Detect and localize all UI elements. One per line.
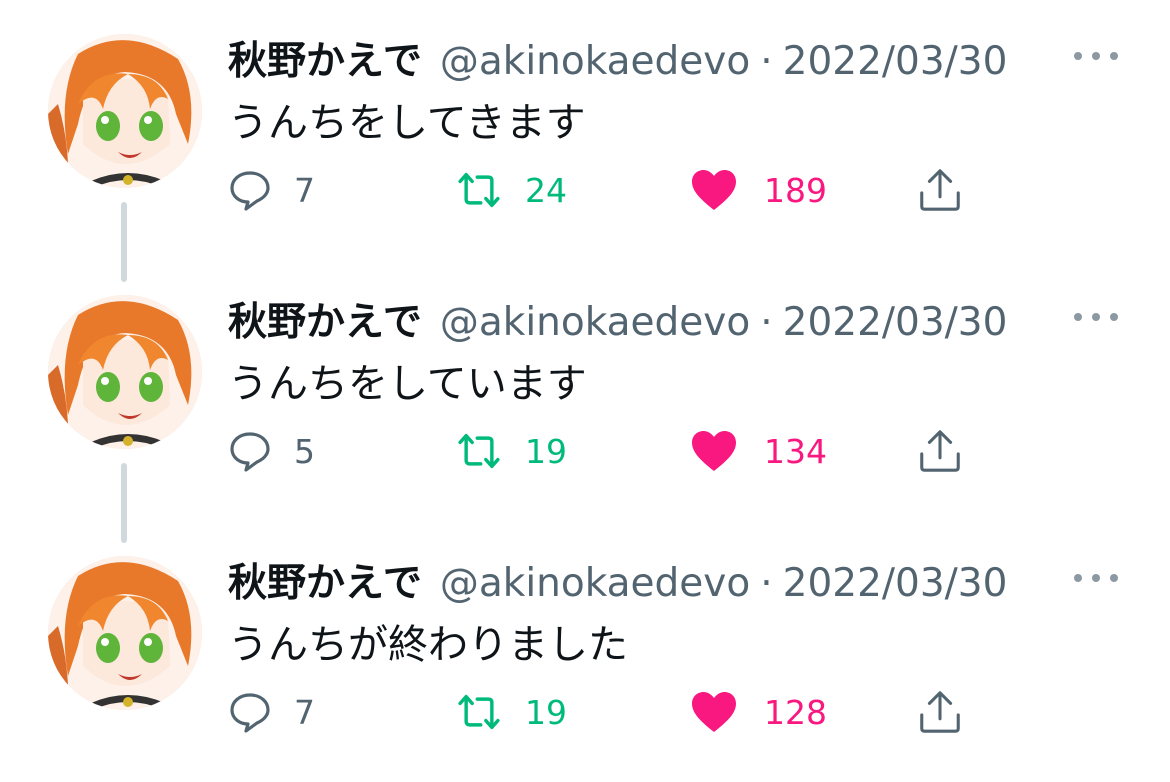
user-handle[interactable]: @akinokaedevo [440,300,750,345]
retweet-arrows-icon [455,166,503,214]
tweet-header: 秋野かえで @akinokaedevo · 2022/03/30 [228,30,1007,86]
tweet[interactable]: 秋野かえで @akinokaedevo · 2022/03/30 うんちをしてき… [0,0,1170,282]
tweet-actions: 7 19 128 [0,682,1170,742]
retweet-arrows-icon [455,688,503,736]
more-options-icon[interactable] [1074,44,1118,68]
header-separator: · [760,300,773,345]
display-name[interactable]: 秋野かえで [228,30,422,86]
speech-bubble-icon [226,166,274,214]
like-count: 189 [764,170,827,210]
reply-count: 5 [294,431,315,471]
tweet-thread: 秋野かえで @akinokaedevo · 2022/03/30 うんちをしてき… [0,0,1170,767]
tweet-text: うんちをしてきます [228,100,586,146]
like-button[interactable]: 128 [690,682,827,742]
more-options-icon[interactable] [1074,566,1118,590]
tweet-actions: 7 24 189 [0,160,1170,220]
retweet-count: 19 [525,431,567,471]
retweet-button[interactable]: 24 [455,160,567,220]
tweet-header: 秋野かえで @akinokaedevo · 2022/03/30 [228,291,1007,347]
more-options-icon[interactable] [1074,305,1118,329]
tweet-header: 秋野かえで @akinokaedevo · 2022/03/30 [228,552,1007,608]
display-name[interactable]: 秋野かえで [228,291,422,347]
share-button[interactable] [916,160,964,220]
heart-filled-icon [690,688,738,736]
share-button[interactable] [916,421,964,481]
share-button[interactable] [916,682,964,742]
retweet-button[interactable]: 19 [455,421,567,481]
retweet-button[interactable]: 19 [455,682,567,742]
header-separator: · [760,39,773,84]
tweet-actions: 5 19 134 [0,421,1170,481]
user-handle[interactable]: @akinokaedevo [440,39,750,84]
tweet-text: うんちをしています [228,361,587,407]
display-name[interactable]: 秋野かえで [228,552,422,608]
tweet-date[interactable]: 2022/03/30 [783,39,1008,84]
share-upload-icon [916,688,964,736]
header-separator: · [760,561,773,606]
reply-count: 7 [294,692,315,732]
tweet[interactable]: 秋野かえで @akinokaedevo · 2022/03/30 うんちをしてい… [0,261,1170,543]
reply-button[interactable]: 5 [226,421,315,481]
heart-filled-icon [690,166,738,214]
retweet-arrows-icon [455,427,503,475]
user-handle[interactable]: @akinokaedevo [440,561,750,606]
tweet-date[interactable]: 2022/03/30 [783,300,1008,345]
like-button[interactable]: 134 [690,421,827,481]
heart-filled-icon [690,427,738,475]
reply-count: 7 [294,170,315,210]
like-button[interactable]: 189 [690,160,827,220]
tweet-date[interactable]: 2022/03/30 [783,561,1008,606]
tweet-text: うんちが終わりました [228,622,628,668]
retweet-count: 19 [525,692,567,732]
share-upload-icon [916,166,964,214]
reply-button[interactable]: 7 [226,160,315,220]
share-upload-icon [916,427,964,475]
retweet-count: 24 [525,170,567,210]
like-count: 128 [764,692,827,732]
speech-bubble-icon [226,427,274,475]
speech-bubble-icon [226,688,274,736]
reply-button[interactable]: 7 [226,682,315,742]
like-count: 134 [764,431,827,471]
tweet[interactable]: 秋野かえで @akinokaedevo · 2022/03/30 うんちが終わり… [0,522,1170,782]
